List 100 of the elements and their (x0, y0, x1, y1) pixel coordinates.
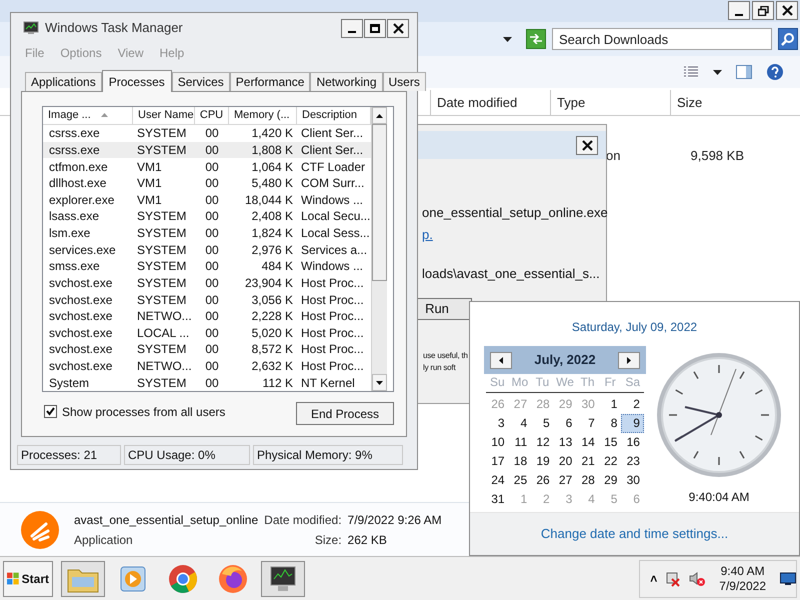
table-cell-text: VM1 (136, 192, 163, 208)
table-cell-text: 112 K (262, 374, 294, 391)
warning-text: use useful, th (423, 350, 468, 362)
table-cell-text: explorer.exe (48, 192, 116, 208)
table-cell-text: 00 (204, 225, 220, 241)
table-cell-text: VM1 (136, 175, 163, 192)
table-cell-text: NT Kernel (300, 374, 356, 391)
weekday-label: We (555, 374, 575, 391)
table-cell-text: 00 (204, 175, 220, 192)
size-label: Size: (314, 532, 342, 548)
weekday-label: Mo (510, 374, 530, 391)
warning-text: ly run soft (423, 362, 456, 374)
table-cell-text: 00 (204, 158, 220, 174)
table-cell-text: Client Ser... (300, 142, 364, 158)
table-cell-text: 00 (204, 192, 220, 208)
file-type: Application (74, 532, 134, 548)
window-title: Windows Task Manager (45, 19, 184, 38)
table-cell-text: 00 (204, 208, 220, 224)
table-cell-text: Local Secu... (300, 208, 371, 224)
table-cell-text: 9,598 KB (690, 147, 744, 165)
table-cell-text: Services a... (300, 242, 368, 258)
table-cell-text: lsass.exe (48, 208, 100, 224)
table-cell-text: 00 (204, 341, 220, 358)
date-label: Date modified: (264, 512, 342, 528)
table-cell-text: SYSTEM (136, 341, 188, 358)
table-cell-text: 5,480 K (250, 175, 294, 192)
status-text: CPU Usage: 0% (124, 445, 250, 465)
clock-time: 9:40:04 AM (688, 489, 750, 506)
table-cell-text: csrss.exe (48, 125, 101, 142)
table-cell-text: 00 (204, 142, 220, 158)
table-cell-text: Host Proc... (300, 358, 365, 374)
table-cell-text: Windows ... (300, 258, 364, 274)
date-value: 7/9/2022 9:26 AM (348, 512, 442, 528)
table-cell-text: SYSTEM (136, 242, 188, 258)
table-cell-text: COM Surr... (300, 175, 366, 192)
file-name: one_essential_setup_online.exe (422, 204, 606, 222)
table-cell-text: SYSTEM (136, 374, 188, 391)
status-text: Physical Memory: 9% (253, 445, 403, 465)
table-cell-text: 18,044 K (244, 192, 294, 208)
table-cell-text: 1,064 K (250, 158, 294, 174)
table-cell-text: SYSTEM (136, 125, 188, 142)
table-cell-text: 1,808 K (250, 142, 294, 158)
checkbox-label: Show processes from all users (62, 404, 226, 420)
table-cell-text: System (48, 374, 90, 391)
table-cell-text: 1,420 K (250, 125, 294, 142)
table-cell-text: 00 (204, 125, 220, 142)
table-cell-text: SYSTEM (136, 142, 188, 158)
table-cell-text: SYSTEM (136, 292, 188, 308)
table-cell-text: 00 (204, 358, 220, 374)
table-cell-text: svchost.exe (48, 308, 114, 324)
table-cell-text: 23,904 K (244, 274, 294, 291)
table-cell-text: 00 (204, 292, 220, 308)
table-cell-text: SYSTEM (136, 225, 188, 241)
table-cell-text: 1,824 K (250, 225, 294, 241)
size-value: 262 KB (348, 532, 388, 548)
table-cell-text: CTF Loader (300, 158, 366, 174)
table-cell-text: lsm.exe (48, 225, 92, 241)
table-cell-text: LOCAL ... (136, 324, 190, 341)
status-text: Processes: 21 (17, 445, 121, 465)
table-cell-text: svchost.exe (48, 274, 114, 291)
table-cell-text: VM1 (136, 158, 163, 174)
weekday-label: Sa (624, 374, 642, 391)
table-cell-text: SYSTEM (136, 274, 188, 291)
table-cell-text: 00 (204, 274, 220, 291)
table-cell-text: 2,976 K (250, 242, 294, 258)
weekday-label: Su (488, 374, 506, 391)
weekday-label: Tu (534, 374, 550, 391)
table-cell-text: Host Proc... (300, 274, 365, 291)
table-cell-text: 484 K (260, 258, 294, 274)
table-cell-text: 2,408 K (250, 208, 294, 224)
table-cell-text: svchost.exe (48, 292, 114, 308)
table-cell-text: 00 (204, 324, 220, 341)
table-cell-text: csrss.exe (48, 142, 101, 158)
table-cell-text: Windows ... (300, 192, 364, 208)
table-cell-text: 00 (204, 258, 220, 274)
table-cell-text: 8,572 K (250, 341, 294, 358)
table-cell-text: NETWO... (136, 358, 193, 374)
file-path: loads\avast_one_essential_s... (422, 265, 601, 283)
file-name: avast_one_essential_setup_online (74, 512, 258, 528)
table-cell-text: Host Proc... (300, 292, 365, 308)
table-cell-text: 00 (204, 308, 220, 324)
table-cell-text: smss.exe (48, 258, 101, 274)
table-cell-text: svchost.exe (48, 358, 114, 374)
weekday-label: Fr (603, 374, 617, 391)
table-cell-text: Host Proc... (300, 324, 365, 341)
table-cell-text: 00 (204, 242, 220, 258)
table-cell-text: SYSTEM (136, 258, 188, 274)
table-cell-text: svchost.exe (48, 324, 114, 341)
date-heading: Saturday, July 09, 2022 (570, 319, 698, 336)
table-cell-text: SYSTEM (136, 208, 188, 224)
table-cell-text: Host Proc... (300, 341, 365, 358)
table-cell-text: 00 (204, 374, 220, 391)
table-cell-text: ctfmon.exe (48, 158, 109, 174)
table-cell-text: Local Sess... (300, 225, 371, 241)
table-cell-text: NETWO... (136, 308, 193, 324)
table-cell-text: dllhost.exe (48, 175, 108, 192)
weekday-label: Th (580, 374, 596, 391)
table-cell-text: 2,228 K (250, 308, 294, 324)
table-cell-text: services.exe (48, 242, 117, 258)
month-title: July, 2022 (534, 351, 596, 370)
